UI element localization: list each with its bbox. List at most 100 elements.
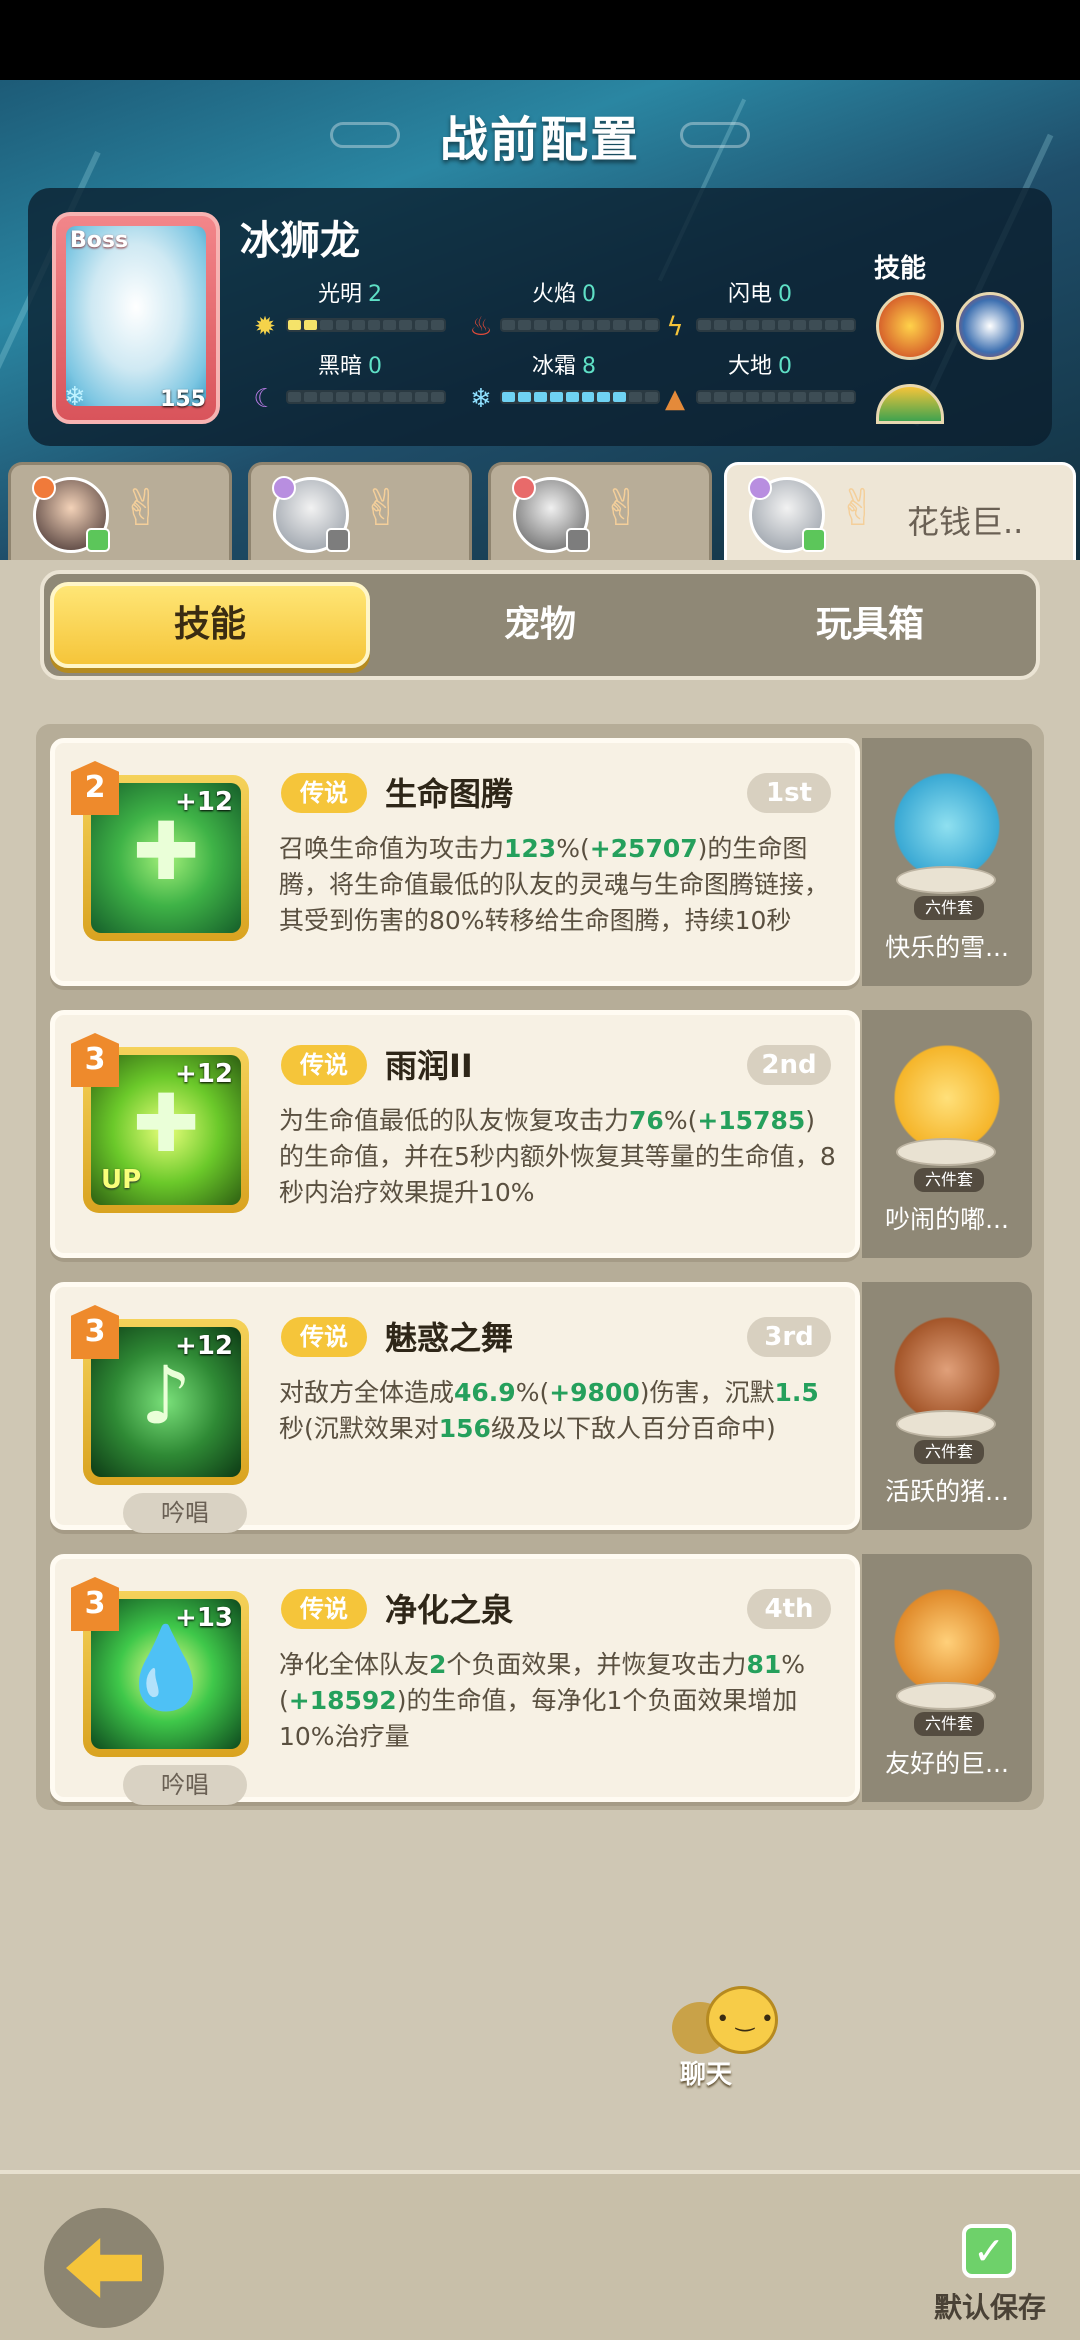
noisy-bird-pet-icon xyxy=(892,1032,1002,1152)
config-segments: 技能 宠物 玩具箱 xyxy=(40,570,1040,680)
default-save-checkbox[interactable]: ✓ xyxy=(962,2224,1016,2278)
order-tag: 4th xyxy=(747,1589,831,1629)
boss-skill-bird-icon[interactable] xyxy=(956,292,1024,360)
chat-button[interactable]: • ‿ • 聊天 xyxy=(666,1980,786,2090)
light-icon: ✹ xyxy=(254,312,276,342)
hero-tab-label: 花钱巨.. xyxy=(907,503,1024,541)
skill-list: ✚ +12 2 传说 生命图腾 1st 召唤生命值为攻击力123%(+25707)… xyxy=(36,724,1044,1810)
chat-label: 聊天 xyxy=(680,2060,733,2090)
element-light: 光明 2 xyxy=(318,282,383,307)
fire-bar xyxy=(500,318,660,332)
back-arrow-icon xyxy=(66,2238,142,2298)
hero-tab-2[interactable]: ✌ xyxy=(248,462,472,562)
light-bar xyxy=(286,318,446,332)
fire-element-icon xyxy=(32,476,56,500)
rarity-tag: 传说 xyxy=(281,1317,367,1357)
hero-tab-1[interactable]: ✌ xyxy=(8,462,232,562)
skill-card-3[interactable]: ♪ +12 3 吟唱 传说 魅惑之舞 3rd 对敌方全体造成46.9%(+9800… xyxy=(50,1282,860,1533)
pet-slot-1[interactable]: 六件套 快乐的雪... xyxy=(862,738,1032,986)
fire-icon: ♨ xyxy=(469,312,493,342)
skill-description: 净化全体队友2个负面效果，并恢复攻击力81%(+18592)的生命值，每净化1个… xyxy=(279,1650,805,1751)
hero-tab-3[interactable]: ✌ xyxy=(488,462,712,562)
page-title: 战前配置 xyxy=(439,112,640,168)
order-tag: 3rd xyxy=(747,1317,831,1357)
finger-snap-icon: ✌ xyxy=(837,479,879,537)
element-earth: 大地 0 xyxy=(728,354,793,379)
pet-set-tag: 六件套 xyxy=(914,1440,984,1464)
back-button[interactable] xyxy=(44,2208,164,2328)
skill-title: 净化之泉 xyxy=(385,1591,514,1629)
pet-name: 友好的巨... xyxy=(885,1749,1009,1778)
boss-tag: Boss xyxy=(70,228,129,253)
element-lightning: 闪电 0 xyxy=(728,282,793,307)
pet-set-tag: 六件套 xyxy=(914,1168,984,1192)
pet-pedestal xyxy=(896,1682,996,1710)
status-bar xyxy=(0,0,1080,80)
hero-avatar xyxy=(32,476,110,553)
pet-pedestal xyxy=(896,1410,996,1438)
lightning-icon: ϟ xyxy=(666,312,684,342)
order-tag: 2nd xyxy=(747,1045,831,1085)
boss-level: 155 xyxy=(160,387,206,412)
smiley-icon: • ‿ • xyxy=(706,1986,778,2054)
rarity-tag: 传说 xyxy=(281,1589,367,1629)
tab-pets[interactable]: 宠物 xyxy=(380,582,700,668)
friendly-giant-pet-icon xyxy=(892,1576,1002,1696)
hero-avatar xyxy=(748,476,826,553)
pet-slot-4[interactable]: 六件套 友好的巨... xyxy=(862,1554,1032,1802)
hero-tabs: ✌ ✌ ✌ ✌ 花钱巨.. xyxy=(0,462,1080,566)
pet-slot-3[interactable]: 六件套 活跃的猪... xyxy=(862,1282,1032,1530)
bottom-bar: ✓ 默认保存 xyxy=(0,2170,1080,2340)
skill-description: 对敌方全体造成46.9%(+9800)伤害，沉默1.5秒(沉默效果对156级及以… xyxy=(279,1378,819,1443)
element-dark: 黑暗 0 xyxy=(318,354,383,379)
skill-title: 生命图腾 xyxy=(385,775,514,813)
boss-name: 冰狮龙 xyxy=(240,218,360,264)
dark-icon: ☾ xyxy=(253,384,277,414)
finger-snap-icon: ✌ xyxy=(121,479,163,537)
dark-bar xyxy=(286,390,446,404)
boss-skill-rainbow-icon[interactable] xyxy=(876,384,944,424)
element-fire: 火焰 0 xyxy=(532,282,597,307)
rank-badge: 2 xyxy=(71,761,119,815)
frost-bar xyxy=(500,390,660,404)
skill-description: 召唤生命值为攻击力123%(+25707)的生命图腾，将生命值最低的队友的灵魂与… xyxy=(279,834,830,935)
boss-skills-label: 技能 xyxy=(874,254,927,284)
check-icon xyxy=(86,528,110,552)
skill-card-1[interactable]: ✚ +12 2 传说 生命图腾 1st 召唤生命值为攻击力123%(+25707)… xyxy=(50,738,860,986)
rank-badge: 3 xyxy=(71,1033,119,1087)
ice-lion-dragon-portrait xyxy=(66,226,206,406)
boss-skill-fire-icon[interactable] xyxy=(876,292,944,360)
tab-toybox[interactable]: 玩具箱 xyxy=(710,582,1030,668)
frost-icon: ❄ xyxy=(470,384,492,414)
lock-icon xyxy=(326,528,350,552)
skill-card-2[interactable]: ✚ +12 UP 3 传说 雨润II 2nd 为生命值最低的队友恢复攻击力76%(+… xyxy=(50,1010,860,1258)
boss-portrait-card[interactable]: Boss ❄ 155 xyxy=(52,212,220,424)
order-tag: 1st xyxy=(747,773,831,813)
rarity-tag: 传说 xyxy=(281,773,367,813)
chant-tag: 吟唱 xyxy=(123,1765,247,1805)
pet-slot-2[interactable]: 六件套 吵闹的嘟... xyxy=(862,1010,1032,1258)
hero-tab-4[interactable]: ✌ 花钱巨.. xyxy=(724,462,1076,566)
snow-pet-icon xyxy=(892,760,1002,880)
chant-tag: 吟唱 xyxy=(123,1493,247,1533)
skill-card-4[interactable]: 💧 +13 3 吟唱 传说 净化之泉 4th 净化全体队友2个负面效果，并恢复攻击… xyxy=(50,1554,860,1805)
hero-avatar xyxy=(272,476,350,553)
dark-element-icon xyxy=(748,476,772,500)
pet-set-tag: 六件套 xyxy=(914,1712,984,1736)
tab-skills[interactable]: 技能 xyxy=(50,582,370,668)
config-panel: 技能 宠物 玩具箱 ✚ +12 2 传说 生命图腾 1st 召唤生命值为攻击力12… xyxy=(0,560,1080,2170)
pet-set-tag: 六件套 xyxy=(914,896,984,920)
finger-snap-icon: ✌ xyxy=(601,479,643,537)
dark-element-icon xyxy=(272,476,296,500)
pet-pedestal xyxy=(896,1138,996,1166)
hero-avatar xyxy=(512,476,590,553)
check-icon xyxy=(802,528,826,552)
rarity-tag: 传说 xyxy=(281,1045,367,1085)
boss-info-panel: Boss ❄ 155 冰狮龙 ✹ 光明 2 ♨ 火焰 0 ϟ 闪电 0 ☾ 黑暗 0 ❄… xyxy=(28,188,1052,446)
lively-boar-pet-icon xyxy=(892,1304,1002,1424)
element-frost: 冰霜 8 xyxy=(532,354,597,379)
pet-name: 活跃的猪... xyxy=(885,1477,1009,1506)
skill-description: 为生命值最低的队友恢复攻击力76%(+15785)的生命值，并在5秒内额外恢复其… xyxy=(279,1106,836,1207)
pet-name: 吵闹的嘟... xyxy=(885,1205,1009,1234)
lightning-bar xyxy=(696,318,856,332)
